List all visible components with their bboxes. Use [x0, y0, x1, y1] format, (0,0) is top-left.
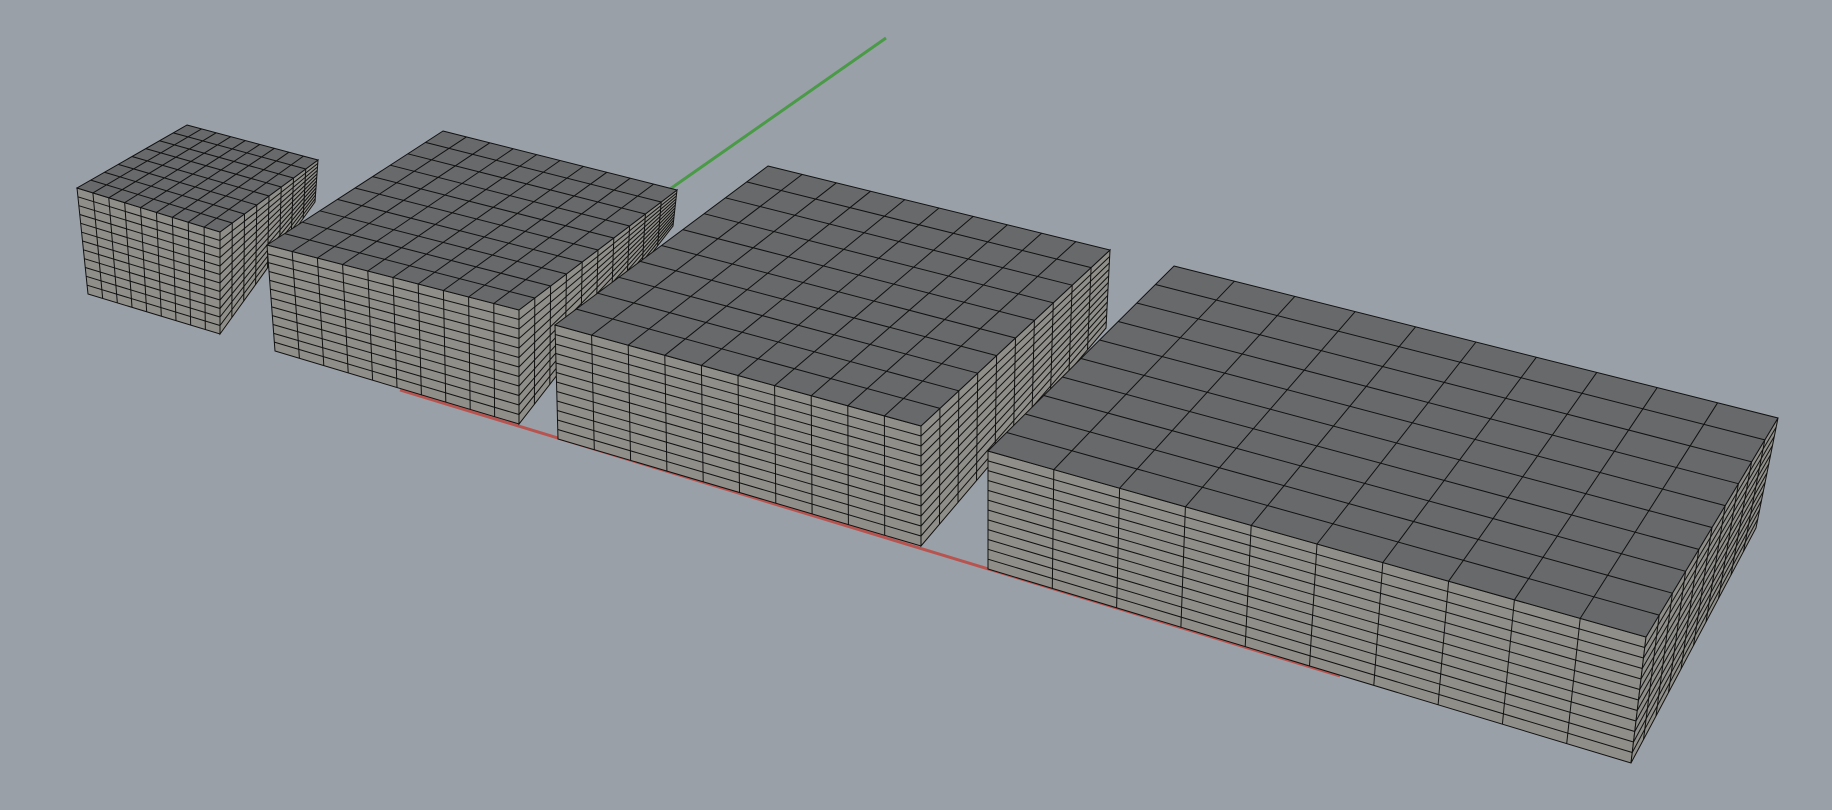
mesh-box-4 — [987, 265, 1779, 764]
viewport-canvas[interactable] — [0, 0, 1832, 810]
perspective-viewport[interactable] — [0, 0, 1832, 810]
